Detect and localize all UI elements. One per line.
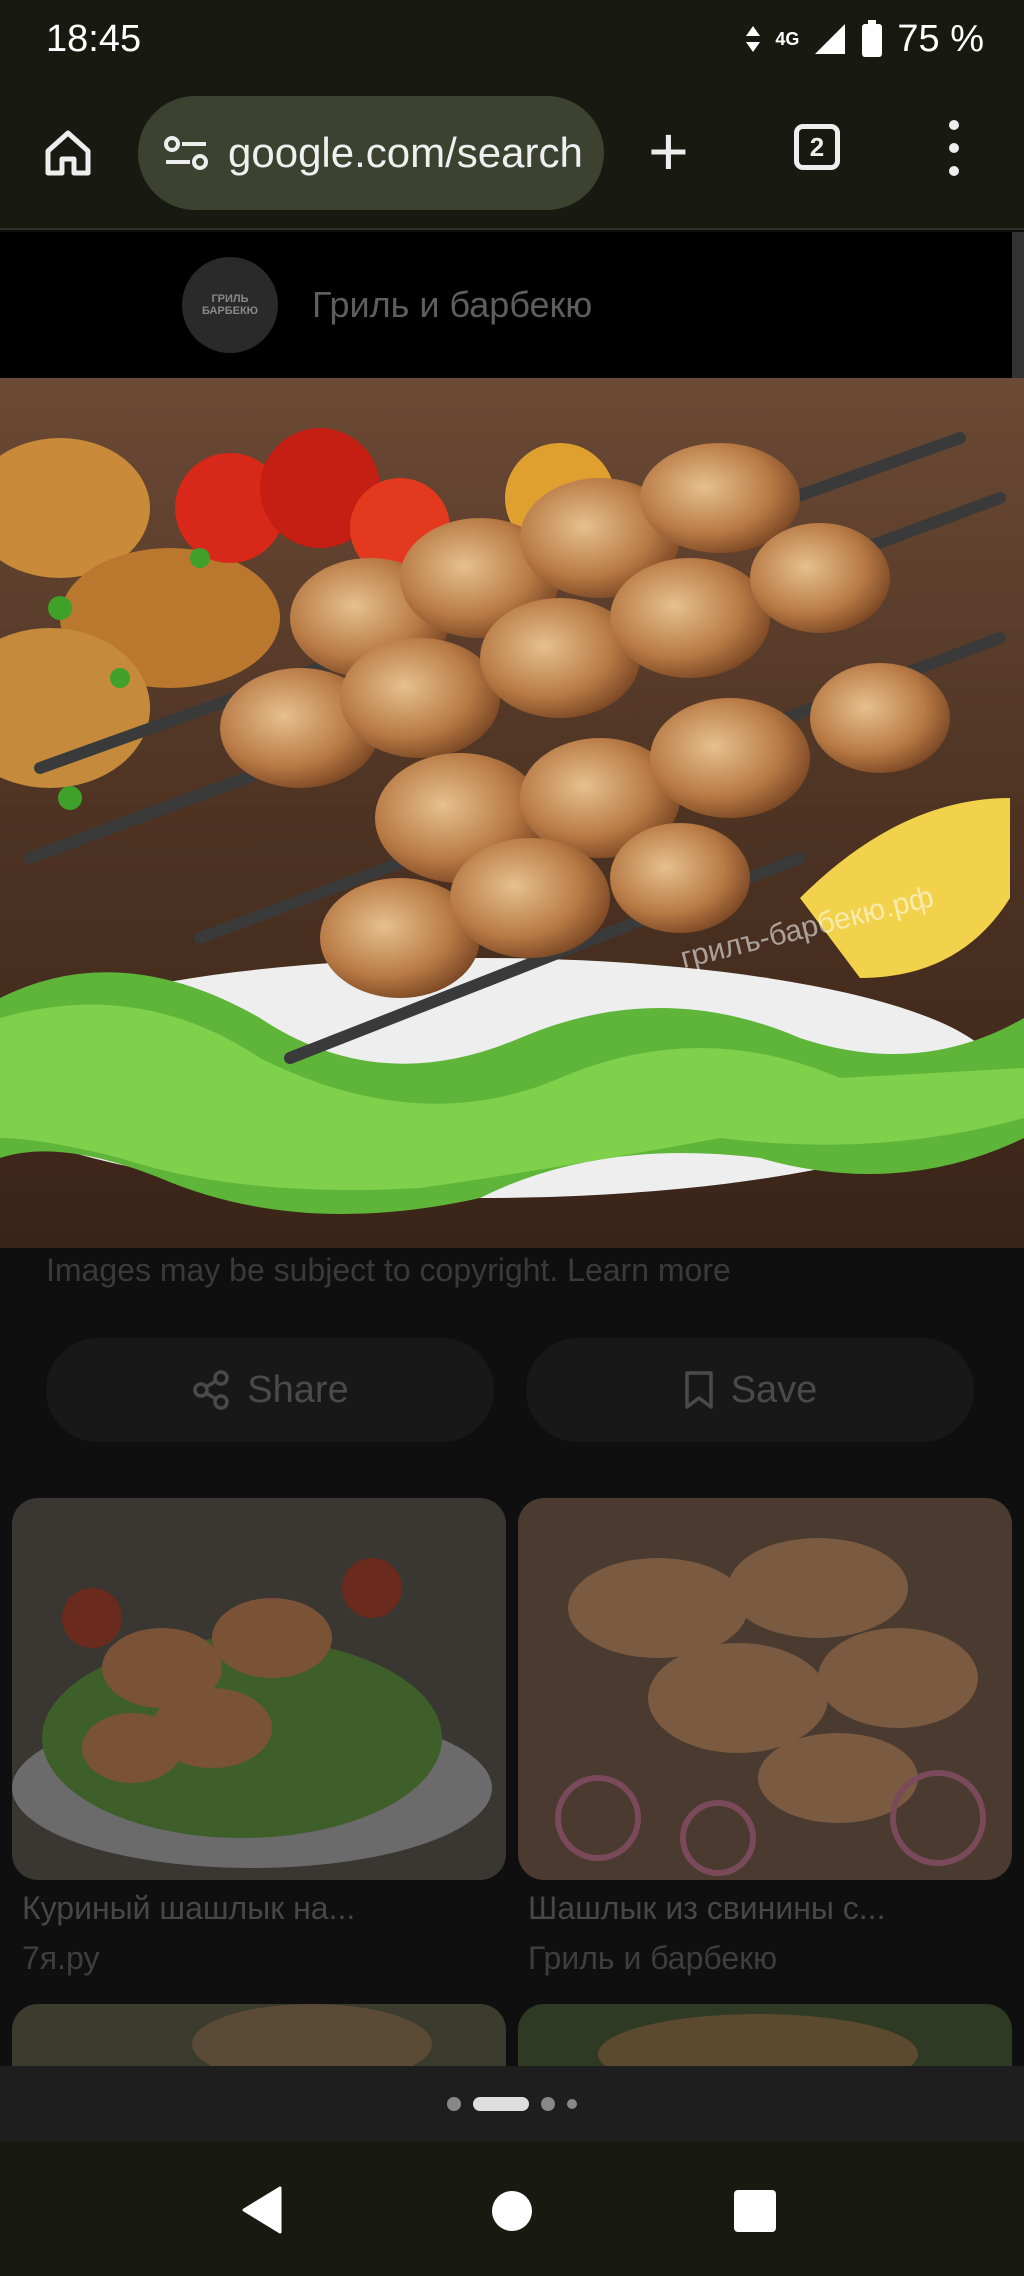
home-icon [45,130,91,176]
status-indicators: 4G 75 % [745,18,984,61]
status-bar: 18:45 4G 75 % [0,0,1024,78]
home-button[interactable] [40,125,96,181]
page-dot-active [473,2097,529,2111]
related-image-1[interactable] [12,1498,506,1880]
tune-icon[interactable] [164,135,208,171]
recents-button[interactable] [734,2190,776,2232]
source-name[interactable]: Гриль и барбекю [312,284,592,326]
more-menu-button[interactable] [944,120,964,176]
page-dot [447,2097,461,2111]
related-title-1[interactable]: Куриный шашлык на... [22,1890,355,1927]
plus-icon: + [648,112,689,190]
save-button[interactable]: Save [526,1338,974,1442]
page-dot [567,2099,577,2109]
new-tab-button[interactable]: + [648,116,689,186]
tab-switcher-button[interactable]: 2 [794,124,840,170]
related-image-3[interactable] [12,2004,506,2066]
home-nav-button[interactable] [492,2191,532,2231]
battery-icon [862,20,883,57]
network-type: 4G [775,28,800,49]
share-label: Share [247,1368,349,1411]
related-source-2: Гриль и барбекю [528,1940,778,1976]
data-arrows-icon [746,26,761,52]
copyright-notice[interactable]: Images may be subject to copyright. Lear… [46,1252,731,1289]
related-source-1: 7я.ру [22,1940,100,1976]
navigation-bar [0,2142,1024,2276]
page-indicator [0,2066,1024,2142]
page-dot [541,2097,555,2111]
browser-toolbar: google.com/search + 2 [0,78,1024,230]
status-time: 18:45 [46,17,142,60]
save-label: Save [730,1368,818,1411]
share-icon [193,1370,230,1410]
back-icon[interactable] [242,2186,282,2234]
bookmark-icon [684,1371,713,1409]
battery-level: 75 % [897,17,984,60]
share-button[interactable]: Share [46,1338,494,1442]
url-text: google.com/search [228,129,583,176]
address-bar[interactable]: google.com/search [138,96,604,210]
signal-icon [815,24,846,54]
related-title-2[interactable]: Шашлык из свинины с... [528,1890,885,1927]
related-image-2[interactable] [518,1498,1012,1880]
source-logo: ГРИЛЬ БАРБЕКЮ [182,257,278,353]
tab-count: 2 [809,131,825,162]
main-image[interactable]: грилъ-барбекю.рф [0,378,1024,1248]
related-image-4[interactable] [518,2004,1012,2066]
source-header[interactable]: ГРИЛЬ БАРБЕКЮ Гриль и барбекю [0,232,1012,378]
